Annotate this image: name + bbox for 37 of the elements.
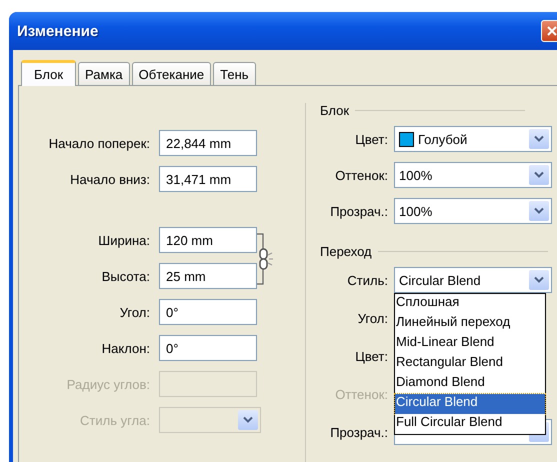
dropdown[interactable]: 100%	[394, 162, 552, 188]
input-field[interactable]: 0°	[159, 299, 257, 325]
field-label: Угол:	[118, 304, 151, 320]
field-label: Начало вниз:	[69, 172, 151, 186]
tab[interactable]: Блок	[21, 60, 76, 86]
dropdown-option[interactable]: Circular Blend	[395, 394, 545, 414]
field-label: Стиль угла:	[79, 412, 151, 428]
field-label: Ширина:	[97, 232, 151, 248]
close-button[interactable]	[541, 20, 557, 42]
window-title: Изменение	[17, 22, 100, 40]
field-label: Наклон:	[100, 340, 151, 356]
field-label: Высота:	[100, 268, 151, 284]
field-label: Начало поперек:	[48, 136, 151, 150]
field-label: Цвет:	[354, 348, 389, 364]
field-label: Угол:	[356, 310, 389, 326]
input-field[interactable]: 31,471 mm	[159, 166, 257, 192]
dropdown-option[interactable]: Diamond Blend	[395, 374, 545, 394]
close-icon	[546, 25, 557, 37]
color-dropdown[interactable]: Голубой	[394, 126, 552, 152]
group-title: Переход	[320, 244, 372, 259]
field-label: Прозрач.:	[329, 204, 389, 218]
field-label: Стиль:	[346, 272, 389, 288]
input-field[interactable]: 25 mm	[159, 263, 257, 289]
group-title: Блок	[320, 103, 350, 118]
tab[interactable]: Тень	[213, 62, 256, 85]
field-label: Цвет:	[354, 132, 389, 146]
field-label: Оттенок:	[334, 386, 389, 402]
dropdown[interactable]: 100%	[394, 198, 552, 224]
field-label: Прозрач.:	[329, 424, 389, 440]
field-label: Оттенок:	[334, 168, 389, 182]
input-field[interactable]: 0°	[159, 335, 257, 361]
input-field[interactable]: 22,844 mm	[159, 130, 257, 156]
tab[interactable]: Рамка	[78, 62, 130, 85]
dropdown[interactable]: Circular Blend	[394, 267, 552, 293]
input-field[interactable]: 120 mm	[159, 227, 257, 253]
tab[interactable]: Обтекание	[132, 62, 212, 85]
field-label: Радиус углов:	[66, 376, 151, 392]
